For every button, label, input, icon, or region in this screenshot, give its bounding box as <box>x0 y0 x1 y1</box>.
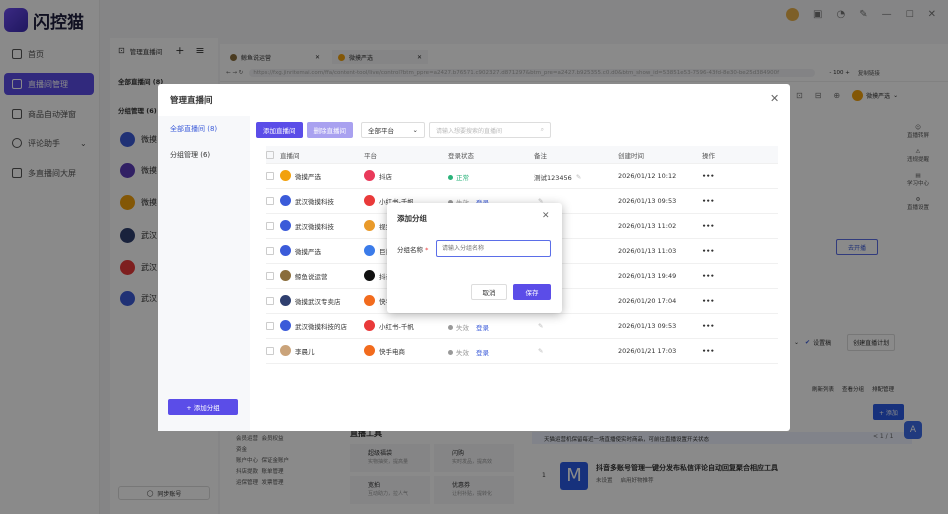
modal-title: 管理直播间 <box>170 96 213 106</box>
table-row: 李晨儿 快手电商 失效 登录 ✎ 2026/01/21 17:03 ••• <box>266 339 778 364</box>
status-dot <box>448 349 453 355</box>
platform-name: 快手电商 <box>379 347 405 356</box>
platform-icon <box>364 345 375 356</box>
row-checkbox[interactable] <box>266 272 274 280</box>
more-actions-button[interactable]: ••• <box>702 297 714 305</box>
close-icon[interactable]: ✕ <box>542 211 550 221</box>
status-dot <box>448 174 453 180</box>
room-avatar <box>280 170 291 181</box>
created-time: 2026/01/12 10:12 <box>618 172 677 180</box>
select-value: 全部平台 <box>368 127 394 135</box>
search-icon: ⌕ <box>540 126 544 133</box>
row-checkbox[interactable] <box>266 247 274 255</box>
platform-icon <box>364 320 375 331</box>
created-time: 2026/01/13 11:02 <box>618 222 677 230</box>
cancel-button[interactable]: 取消 <box>471 284 507 300</box>
more-actions-button[interactable]: ••• <box>702 272 714 280</box>
row-checkbox[interactable] <box>266 197 274 205</box>
status-text: 失效 <box>456 324 469 332</box>
room-avatar <box>280 345 291 356</box>
login-link[interactable]: 登录 <box>476 347 489 357</box>
column-header: 直播间 <box>280 151 300 160</box>
more-actions-button[interactable]: ••• <box>702 322 714 330</box>
created-time: 2026/01/13 09:53 <box>618 322 677 330</box>
column-header: 备注 <box>534 151 547 160</box>
platform-select[interactable]: 全部平台 ⌄ <box>361 122 425 138</box>
status-text: 失效 <box>456 349 469 357</box>
status-dot <box>448 324 453 330</box>
platform-icon <box>364 170 375 181</box>
platform-icon <box>364 270 375 281</box>
room-avatar <box>280 245 291 256</box>
table-row: 武汉微摸科技的店 小红书-千帆 失效 登录 ✎ 2026/01/13 09:53 ••• <box>266 314 778 339</box>
room-avatar <box>280 270 291 281</box>
room-avatar <box>280 220 291 231</box>
required-mark: * <box>425 246 429 254</box>
row-checkbox[interactable] <box>266 322 274 330</box>
room-name: 武汉微摸科技 <box>295 197 334 206</box>
select-all-checkbox[interactable] <box>266 150 274 159</box>
more-actions-button[interactable]: ••• <box>702 347 714 355</box>
column-header: 平台 <box>364 151 377 160</box>
edit-icon[interactable]: ✎ <box>538 347 543 355</box>
platform-icon <box>364 245 375 256</box>
room-name: 微摸严选 <box>295 247 321 256</box>
created-time: 2026/01/13 19:49 <box>618 272 677 280</box>
edit-icon[interactable]: ✎ <box>538 322 543 330</box>
close-icon[interactable]: ✕ <box>770 92 779 105</box>
platform-name: 抖店 <box>379 172 392 181</box>
column-header: 创建时间 <box>618 151 644 160</box>
status-text: 正常 <box>456 174 469 182</box>
note-text: 测试123456 <box>534 174 572 182</box>
add-group-dialog: 添加分组 ✕ 分组名称 * 取消 保存 <box>387 203 562 313</box>
room-name: 微摸武汉专卖店 <box>295 297 341 306</box>
add-group-button[interactable]: + 添加分组 <box>168 399 238 415</box>
row-checkbox[interactable] <box>266 222 274 230</box>
nav-all-rooms[interactable]: 全部直播间 (8) <box>170 124 217 134</box>
group-name-label: 分组名称 * <box>397 244 428 254</box>
edit-icon[interactable]: ✎ <box>576 173 581 181</box>
dialog-title: 添加分组 <box>397 214 427 223</box>
more-actions-button[interactable]: ••• <box>702 247 714 255</box>
row-checkbox[interactable] <box>266 347 274 355</box>
chevron-down-icon: ⌄ <box>412 126 418 134</box>
row-checkbox[interactable] <box>266 297 274 305</box>
add-room-button[interactable]: 添加直播间 <box>256 122 303 138</box>
platform-icon <box>364 220 375 231</box>
created-time: 2026/01/13 09:53 <box>618 197 677 205</box>
created-time: 2026/01/13 11:03 <box>618 247 677 255</box>
room-name: 武汉微摸科技的店 <box>295 322 347 331</box>
platform-icon <box>364 195 375 206</box>
login-link[interactable]: 登录 <box>476 322 489 332</box>
platform-icon <box>364 295 375 306</box>
modal-toolbar: 添加直播间 删除直播间 全部平台 ⌄ 请输入想要搜索的直播间 ⌕ <box>256 122 551 138</box>
table-header: 直播间 平台 登录状态 备注 创建时间 操作 <box>266 146 778 164</box>
search-input[interactable]: 请输入想要搜索的直播间 ⌕ <box>429 122 551 138</box>
created-time: 2026/01/20 17:04 <box>618 297 677 305</box>
created-time: 2026/01/21 17:03 <box>618 347 677 355</box>
save-button[interactable]: 保存 <box>513 284 551 300</box>
table-row: 微摸严选 抖店 正常 测试123456 ✎ 2026/01/12 10:12 ••• <box>266 164 778 189</box>
field-label: 分组名称 <box>397 246 423 254</box>
more-actions-button[interactable]: ••• <box>702 172 714 180</box>
room-name: 微摸严选 <box>295 172 321 181</box>
room-avatar <box>280 320 291 331</box>
platform-name: 小红书-千帆 <box>379 322 414 331</box>
search-placeholder: 请输入想要搜索的直播间 <box>436 127 503 135</box>
room-name: 李晨儿 <box>295 347 315 356</box>
nav-group-management[interactable]: 分组管理 (6) <box>170 150 210 160</box>
room-name: 武汉微摸科技 <box>295 222 334 231</box>
room-name: 鲸鱼说运营 <box>295 272 328 281</box>
more-actions-button[interactable]: ••• <box>702 197 714 205</box>
row-checkbox[interactable] <box>266 172 274 180</box>
room-avatar <box>280 195 291 206</box>
column-header: 登录状态 <box>448 151 474 160</box>
room-avatar <box>280 295 291 306</box>
column-header: 操作 <box>702 151 715 160</box>
modal-nav: 全部直播间 (8) 分组管理 (6) + 添加分组 <box>158 116 250 431</box>
group-name-input[interactable] <box>436 240 551 257</box>
more-actions-button[interactable]: ••• <box>702 222 714 230</box>
delete-room-button[interactable]: 删除直播间 <box>306 122 353 138</box>
